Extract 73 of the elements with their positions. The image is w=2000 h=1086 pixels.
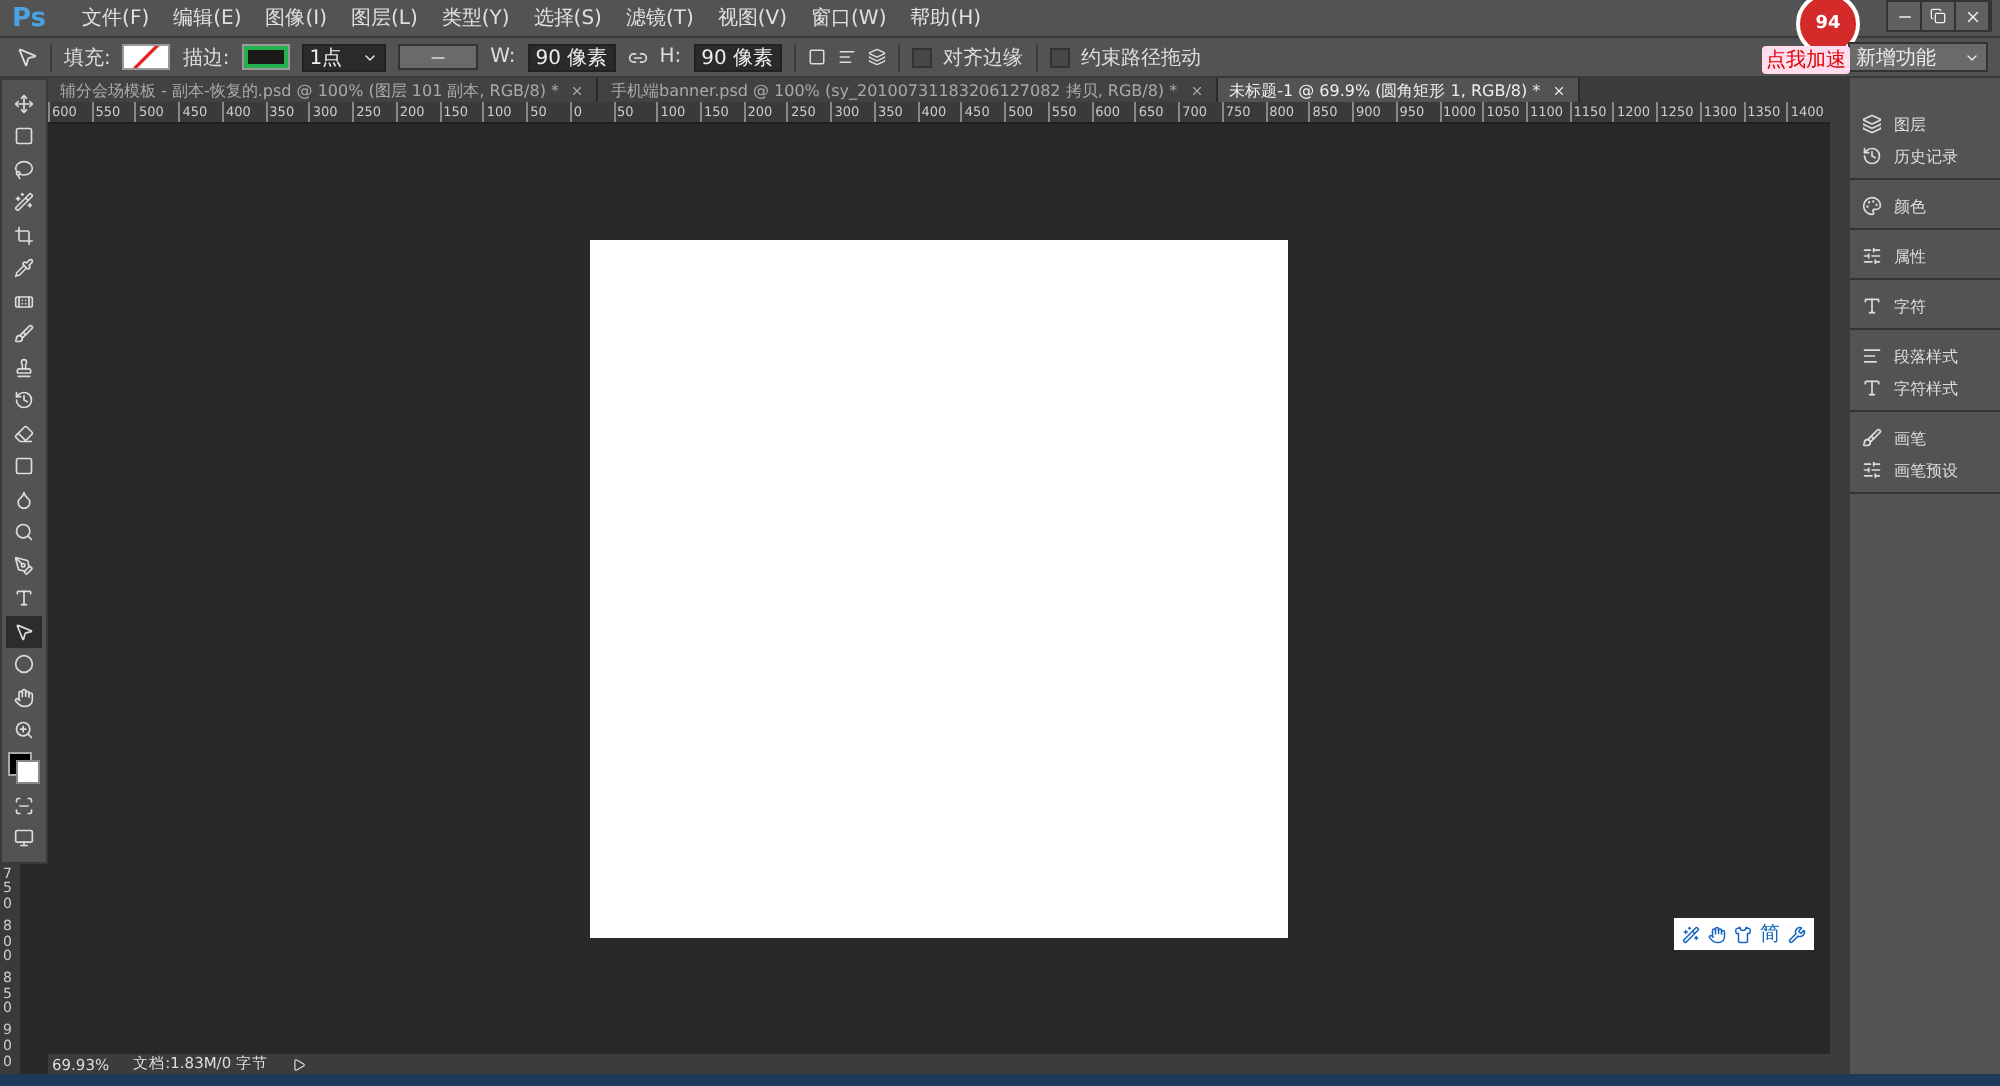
brush-icon xyxy=(1862,428,1882,448)
wand-icon[interactable] xyxy=(1682,925,1700,943)
panel-item[interactable]: 图层 xyxy=(1850,108,2000,140)
restore-icon xyxy=(1930,8,1946,24)
path-operations-icon[interactable] xyxy=(807,48,825,66)
ime-toolbar[interactable]: 简 xyxy=(1674,918,1814,950)
layers-icon xyxy=(1862,114,1882,134)
monitor-icon xyxy=(14,828,34,849)
type-icon xyxy=(1862,378,1882,398)
color-swatches[interactable] xyxy=(8,752,40,784)
close-button[interactable] xyxy=(1956,2,1990,30)
height-label: H: xyxy=(659,46,682,68)
panel-item[interactable]: 段落样式 xyxy=(1850,340,2000,372)
close-icon[interactable] xyxy=(570,83,585,97)
play-icon[interactable] xyxy=(292,1057,306,1071)
panel-item[interactable]: 属性 xyxy=(1850,240,2000,272)
checkbox-label: 对齐边缘 xyxy=(943,45,1023,71)
pointer-icon[interactable] xyxy=(6,616,42,647)
shirt-icon[interactable] xyxy=(1734,925,1752,943)
stroke-swatch[interactable] xyxy=(241,44,290,70)
app-logo: Ps xyxy=(12,3,47,33)
menu-item[interactable]: 类型(Y) xyxy=(441,4,510,32)
panel-item[interactable]: 字符 xyxy=(1850,290,2000,322)
palette-icon xyxy=(1862,196,1882,216)
height-field[interactable]: 90 像素 xyxy=(693,43,781,71)
fill-label: 填充: xyxy=(64,45,111,71)
menu-item[interactable]: 编辑(E) xyxy=(173,4,242,32)
sliders-icon xyxy=(1862,246,1882,266)
menu-item[interactable]: 滤镜(T) xyxy=(625,4,694,32)
stroke-label: 描边: xyxy=(182,45,230,71)
history-icon xyxy=(1862,146,1882,166)
checkbox[interactable] xyxy=(1049,47,1069,67)
sliders-icon xyxy=(1862,460,1882,480)
restore-button[interactable] xyxy=(1922,2,1956,30)
checkbox[interactable] xyxy=(911,47,931,67)
quick-mask-icon xyxy=(14,795,34,816)
menu-item[interactable]: 视图(V) xyxy=(717,4,788,32)
menu-item[interactable]: 窗口(W) xyxy=(811,4,887,32)
ime-mode[interactable]: 简 xyxy=(1760,920,1780,948)
fill-swatch[interactable] xyxy=(122,44,171,70)
menu-item[interactable]: 帮助(H) xyxy=(910,4,982,32)
width-field[interactable]: 90 像素 xyxy=(527,43,616,71)
checkbox-label: 约束路径拖动 xyxy=(1081,45,1201,71)
document-tab[interactable]: 辅分会场模板 - 副本-恢复的.psd @ 100% (图层 101 副本, RGB/8) * xyxy=(48,78,599,102)
panel-item[interactable]: 历史记录 xyxy=(1850,140,2000,172)
arrange-icon[interactable] xyxy=(867,48,885,66)
accelerator-badge[interactable]: 点我加速 xyxy=(1762,46,1850,74)
align-icon[interactable] xyxy=(837,48,855,66)
panel-item[interactable]: 画笔预设 xyxy=(1850,454,2000,486)
menu-item[interactable]: 文件(F) xyxy=(82,4,150,32)
hand-icon[interactable] xyxy=(1708,925,1726,943)
wrench-icon[interactable] xyxy=(1788,925,1806,943)
tab-label[interactable]: 辅分会场模板 - 副本-恢复的.psd @ 100% (图层 101 副本, RGB/8) * xyxy=(60,79,559,101)
minimize-button[interactable] xyxy=(1888,2,1922,30)
close-icon xyxy=(1963,7,1981,25)
menu-item[interactable]: 图层(L) xyxy=(351,4,418,32)
panel-item[interactable]: 画笔 xyxy=(1850,422,2000,454)
paragraph-icon xyxy=(1862,346,1882,366)
tab-label[interactable]: 手机端banner.psd @ 100% (sy_20100731183206127082 拷贝, RGB/8) * xyxy=(610,79,1178,101)
document-tab[interactable]: 未标题-1 @ 69.9% (圆角矩形 1, RGB/8) * xyxy=(1217,78,1581,102)
workspace-dropdown[interactable]: 新增功能 xyxy=(1848,42,1988,72)
panel-item[interactable]: 字符样式 xyxy=(1850,372,2000,404)
menu-item[interactable]: 图像(I) xyxy=(265,4,327,32)
close-icon[interactable] xyxy=(1189,83,1204,97)
stroke-width-field[interactable]: 1点 xyxy=(301,43,387,71)
width-label: W: xyxy=(490,46,516,68)
panel-item[interactable]: 颜色 xyxy=(1850,190,2000,222)
type-icon xyxy=(1862,296,1882,316)
link-icon[interactable] xyxy=(627,47,648,67)
pointer-icon[interactable] xyxy=(16,46,38,68)
menu-item[interactable]: 选择(S) xyxy=(533,4,602,32)
tab-label[interactable]: 未标题-1 @ 69.9% (圆角矩形 1, RGB/8) * xyxy=(1229,79,1541,101)
document-tab[interactable]: 手机端banner.psd @ 100% (sy_20100731183206127082 拷贝, RGB/8) * xyxy=(598,78,1218,102)
